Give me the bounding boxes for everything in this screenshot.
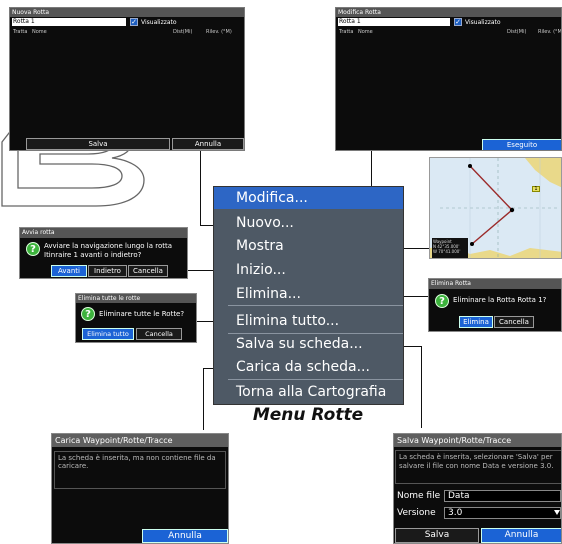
filename-field[interactable]: Data <box>444 490 561 502</box>
visible-checkbox-label: Visualizzato <box>141 19 177 26</box>
filename-label: Nome file <box>397 491 441 501</box>
dialog-title: Elimina Rotta <box>429 279 561 289</box>
annulla-button[interactable]: Annulla <box>142 529 228 543</box>
annulla-button[interactable]: Annulla <box>172 138 244 150</box>
visible-checkbox-label: Visualizzato <box>465 19 501 26</box>
dialog-title: Elimina tutte le rotte <box>76 294 196 303</box>
window-title: Nuova Rotta <box>10 8 244 17</box>
menu-item-mostra[interactable]: Mostra <box>236 238 284 254</box>
menu-item-elimina[interactable]: Elimina... <box>236 286 301 302</box>
col-dist: Dist(Mi) <box>173 29 193 35</box>
dialog-title: Salva Waypoint/Rotte/Tracce <box>394 434 561 447</box>
elimina-tutto-button[interactable]: Elimina tutto <box>82 328 134 340</box>
salva-button[interactable]: Salva <box>26 138 170 150</box>
avvia-rotta-dialog: Avvia rotta ? Avviare la navigazione lun… <box>19 227 188 279</box>
col-rilev: Rilev. (°M <box>538 29 562 35</box>
question-icon: ? <box>435 294 449 308</box>
info-line-3: W 70°41.000' <box>433 249 461 254</box>
menu-item-nuovo[interactable]: Nuovo... <box>236 215 294 231</box>
col-tratta: Tratta <box>339 29 354 35</box>
connector-salva-v <box>421 346 422 428</box>
menu-item-inizio[interactable]: Inizio... <box>236 262 286 278</box>
version-select[interactable]: 3.0 <box>444 507 561 519</box>
menu-item-modifica[interactable]: Modifica... <box>236 190 308 206</box>
cancella-button[interactable]: Cancella <box>136 328 182 340</box>
col-dist: Dist(Mi) <box>507 29 527 35</box>
salva-dialog: Salva Waypoint/Rotte/Tracce La scheda è … <box>393 433 562 544</box>
question-icon: ? <box>26 242 40 256</box>
route-map-preview: 1 Waypoint N 42°35.000' W 70°41.000' <box>429 157 562 259</box>
elimina-rotta-dialog: Elimina Rotta ? Eliminare la Rotta Rotta… <box>428 278 562 332</box>
dialog-message: Eliminare la Rotta Rotta 1? <box>453 296 547 304</box>
eseguito-button[interactable]: Eseguito <box>482 139 561 150</box>
nuova-rotta-window: Nuova Rotta Rotta 1 ✓ Visualizzato Tratt… <box>9 7 245 151</box>
menu-separator <box>228 305 403 306</box>
connector-nuovo-v <box>200 151 201 226</box>
dialog-title: Avvia rotta <box>20 228 187 238</box>
waypoint-info-box: Waypoint N 42°35.000' W 70°41.000' <box>432 238 468 258</box>
route-name-field[interactable]: Rotta 1 <box>12 18 126 26</box>
col-nome: Nome <box>358 29 373 35</box>
checkmark-icon[interactable]: ✓ <box>454 18 462 26</box>
connector-carica-v <box>203 368 204 430</box>
dialog-message-2: Itinraire 1 avanti o indietro? <box>44 251 142 259</box>
dialog-message: La scheda è inserita, selezionare 'Salva… <box>395 450 561 484</box>
dialog-message: La scheda è inserita, ma non contiene fi… <box>54 451 226 489</box>
dialog-message-1: Avviare la navigazione lungo la rotta <box>44 242 173 250</box>
window-title: Modifica Rotta <box>336 8 561 17</box>
annulla-button[interactable]: Annulla <box>481 528 561 543</box>
col-nome: Nome <box>32 29 47 35</box>
avanti-button[interactable]: Avanti <box>51 265 87 277</box>
menu-caption: Menu Rotte <box>252 405 364 425</box>
col-tratta: Tratta <box>13 29 28 35</box>
dialog-title: Carica Waypoint/Rotte/Tracce <box>52 434 228 447</box>
dialog-message: Eliminare tutte le Rotte? <box>99 310 185 318</box>
menu-item-salva-su-scheda[interactable]: Salva su scheda... <box>236 336 363 352</box>
menu-item-elimina-tutto[interactable]: Elimina tutto... <box>236 313 339 329</box>
cancella-button[interactable]: Cancella <box>128 265 168 277</box>
elimina-tutte-dialog: Elimina tutte le rotte ? Eliminare tutte… <box>75 293 197 343</box>
elimina-button[interactable]: Elimina <box>459 316 493 328</box>
checkmark-icon[interactable]: ✓ <box>130 18 138 26</box>
version-label: Versione <box>397 508 436 518</box>
salva-button[interactable]: Salva <box>395 528 479 543</box>
menu-separator <box>228 333 403 334</box>
indietro-button[interactable]: Indietro <box>88 265 127 277</box>
modifica-rotta-window: Modifica Rotta Rotta 1 ✓ Visualizzato Tr… <box>335 7 562 151</box>
menu-item-torna-cartografia[interactable]: Torna alla Cartografia <box>236 384 386 400</box>
menu-rotte: Modifica... Nuovo... Mostra Inizio... El… <box>213 186 404 405</box>
col-rilev: Rilev. (°M) <box>206 29 232 35</box>
question-icon: ? <box>81 307 95 321</box>
menu-item-carica-da-scheda[interactable]: Carica da scheda... <box>236 359 370 375</box>
menu-separator <box>228 379 403 380</box>
carica-dialog: Carica Waypoint/Rotte/Tracce La scheda è… <box>51 433 229 544</box>
route-name-field[interactable]: Rotta 1 <box>338 18 450 26</box>
dropdown-arrow-icon[interactable] <box>554 510 560 515</box>
cancella-button[interactable]: Cancella <box>494 316 534 328</box>
waypoint-badge: 1 <box>532 186 540 192</box>
